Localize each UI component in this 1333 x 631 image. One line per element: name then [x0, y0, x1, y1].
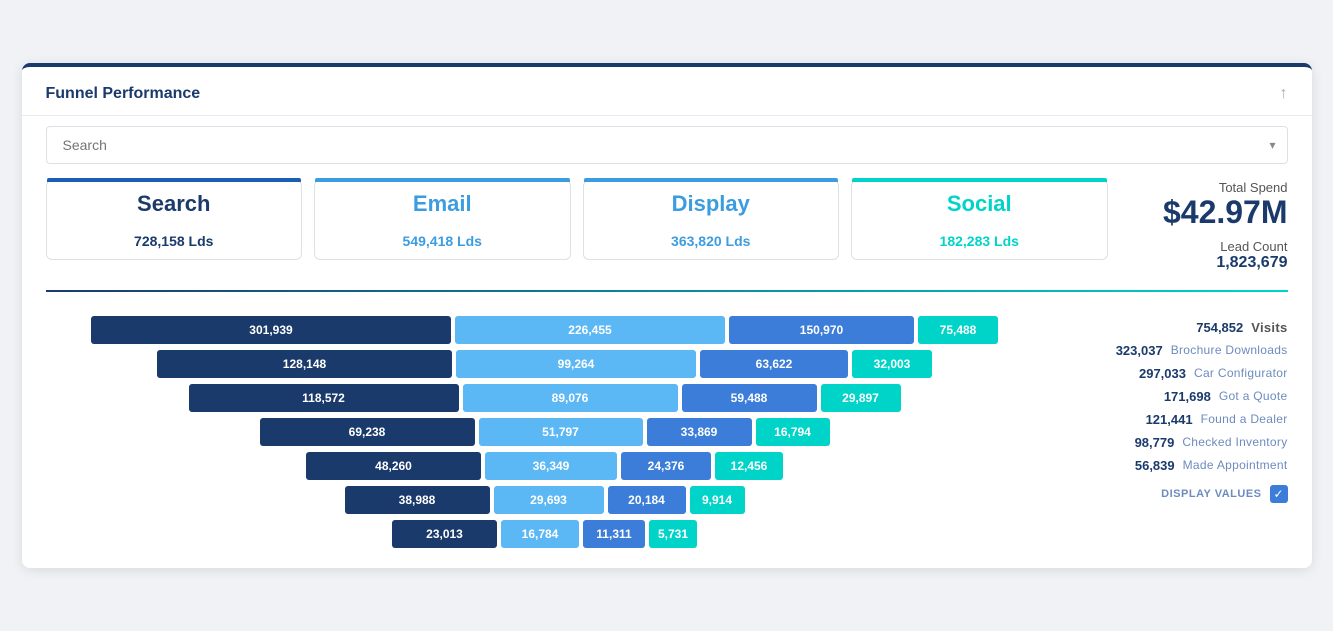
- legend-label-5: Checked Inventory: [1182, 435, 1287, 449]
- bar-display-row-2[interactable]: 59,488: [682, 384, 817, 412]
- legend-row-3: 171,698 Got a Quote: [1068, 389, 1288, 404]
- channel-card-email[interactable]: Email 549,418 Lds: [314, 180, 571, 260]
- bar-search-row-2[interactable]: 118,572: [189, 384, 459, 412]
- legend-row-2: 297,033 Car Configurator: [1068, 366, 1288, 381]
- lead-count-label: Lead Count: [1132, 239, 1288, 254]
- search-wrapper: ▾: [46, 126, 1288, 164]
- legend-value-3: 171,698: [1156, 389, 1211, 404]
- legend-value-5: 98,779: [1119, 435, 1174, 450]
- bar-row-6: 23,01316,78411,3115,731: [392, 520, 697, 548]
- legend-value-2: 297,033: [1131, 366, 1186, 381]
- legend-label-3: Got a Quote: [1219, 389, 1288, 403]
- bar-social-row-2[interactable]: 29,897: [821, 384, 901, 412]
- legend-value-4: 121,441: [1138, 412, 1193, 427]
- bar-row-4: 48,26036,34924,37612,456: [306, 452, 783, 480]
- bar-email-row-2[interactable]: 89,076: [463, 384, 678, 412]
- bar-email-row-5[interactable]: 29,693: [494, 486, 604, 514]
- funnel-performance-card: Funnel Performance ↑ ▾ Search 728,158 Ld…: [22, 63, 1312, 567]
- funnel-bars: 301,939226,455150,97075,488 128,14899,264…: [46, 316, 1044, 548]
- legend-row-6: 56,839 Made Appointment: [1068, 458, 1288, 473]
- channel-name-social: Social: [868, 191, 1091, 217]
- bar-row-2: 118,57289,07659,48829,897: [189, 384, 901, 412]
- display-values-label: DISPLAY VALUES: [1161, 488, 1261, 500]
- display-values-checkbox[interactable]: ✓: [1270, 485, 1288, 503]
- legend-row-5: 98,779 Checked Inventory: [1068, 435, 1288, 450]
- bar-row-0: 301,939226,455150,97075,488: [91, 316, 998, 344]
- bar-display-row-0[interactable]: 150,970: [729, 316, 914, 344]
- bar-social-row-6[interactable]: 5,731: [649, 520, 697, 548]
- bar-email-row-3[interactable]: 51,797: [479, 418, 643, 446]
- channel-name-display: Display: [600, 191, 823, 217]
- bar-row-1: 128,14899,26463,62232,003: [157, 350, 932, 378]
- legend-label-1: Brochure Downloads: [1171, 343, 1288, 357]
- bar-display-row-1[interactable]: 63,622: [700, 350, 848, 378]
- total-section: Total Spend $42.97M Lead Count 1,823,679: [1108, 180, 1288, 271]
- legend-row-1: 323,037 Brochure Downloads: [1068, 343, 1288, 358]
- legend-label-4: Found a Dealer: [1201, 412, 1288, 426]
- legend-label-2: Car Configurator: [1194, 366, 1288, 380]
- channel-cards: Search 728,158 Lds Email 549,418 Lds Dis…: [46, 180, 1108, 260]
- bar-row-3: 69,23851,79733,86916,794: [260, 418, 830, 446]
- bar-search-row-1[interactable]: 128,148: [157, 350, 452, 378]
- legend-row-0: 754,852 Visits: [1068, 320, 1288, 335]
- channel-card-search[interactable]: Search 728,158 Lds: [46, 180, 303, 260]
- legend-row-4: 121,441 Found a Dealer: [1068, 412, 1288, 427]
- channel-card-social[interactable]: Social 182,283 Lds: [851, 180, 1108, 260]
- channel-name-search: Search: [63, 191, 286, 217]
- channel-section: Search 728,158 Lds Email 549,418 Lds Dis…: [22, 164, 1312, 281]
- search-section: ▾: [22, 116, 1312, 164]
- channel-leads-search: 728,158 Lds: [63, 233, 286, 249]
- legend-value-0: 754,852: [1188, 320, 1243, 335]
- bar-social-row-1[interactable]: 32,003: [852, 350, 932, 378]
- bar-social-row-5[interactable]: 9,914: [690, 486, 745, 514]
- bar-row-5: 38,98829,69320,1849,914: [345, 486, 745, 514]
- display-values-row: DISPLAY VALUES ✓: [1068, 485, 1288, 503]
- legend-label-6: Made Appointment: [1183, 458, 1288, 472]
- lead-count-value: 1,823,679: [1132, 254, 1288, 272]
- bar-display-row-3[interactable]: 33,869: [647, 418, 752, 446]
- back-icon[interactable]: ↑: [1280, 85, 1288, 103]
- bar-social-row-3[interactable]: 16,794: [756, 418, 830, 446]
- search-input[interactable]: [46, 126, 1288, 164]
- bar-display-row-5[interactable]: 20,184: [608, 486, 686, 514]
- total-spend-value: $42.97M: [1132, 195, 1288, 230]
- bar-search-row-5[interactable]: 38,988: [345, 486, 490, 514]
- channel-leads-social: 182,283 Lds: [868, 233, 1091, 249]
- bar-email-row-1[interactable]: 99,264: [456, 350, 696, 378]
- bar-search-row-3[interactable]: 69,238: [260, 418, 475, 446]
- channel-leads-display: 363,820 Lds: [600, 233, 823, 249]
- bar-social-row-4[interactable]: 12,456: [715, 452, 783, 480]
- bar-search-row-4[interactable]: 48,260: [306, 452, 481, 480]
- bar-display-row-6[interactable]: 11,311: [583, 520, 645, 548]
- legend-label-0: Visits: [1251, 320, 1287, 335]
- bar-search-row-6[interactable]: 23,013: [392, 520, 497, 548]
- bar-display-row-4[interactable]: 24,376: [621, 452, 711, 480]
- bar-search-row-0[interactable]: 301,939: [91, 316, 451, 344]
- legend-value-1: 323,037: [1108, 343, 1163, 358]
- bar-email-row-4[interactable]: 36,349: [485, 452, 617, 480]
- card-title: Funnel Performance: [46, 85, 201, 103]
- legend-value-6: 56,839: [1120, 458, 1175, 473]
- card-header: Funnel Performance ↑: [22, 67, 1312, 116]
- channel-card-display[interactable]: Display 363,820 Lds: [583, 180, 840, 260]
- funnel-legend: 754,852 Visits 323,037 Brochure Downloads 29…: [1068, 316, 1288, 503]
- channel-name-email: Email: [331, 191, 554, 217]
- channel-leads-email: 549,418 Lds: [331, 233, 554, 249]
- total-spend-label: Total Spend: [1132, 180, 1288, 195]
- bar-email-row-0[interactable]: 226,455: [455, 316, 725, 344]
- bar-social-row-0[interactable]: 75,488: [918, 316, 998, 344]
- bar-email-row-6[interactable]: 16,784: [501, 520, 579, 548]
- funnel-section: 301,939226,455150,97075,488 128,14899,264…: [22, 300, 1312, 568]
- section-divider: [46, 290, 1288, 292]
